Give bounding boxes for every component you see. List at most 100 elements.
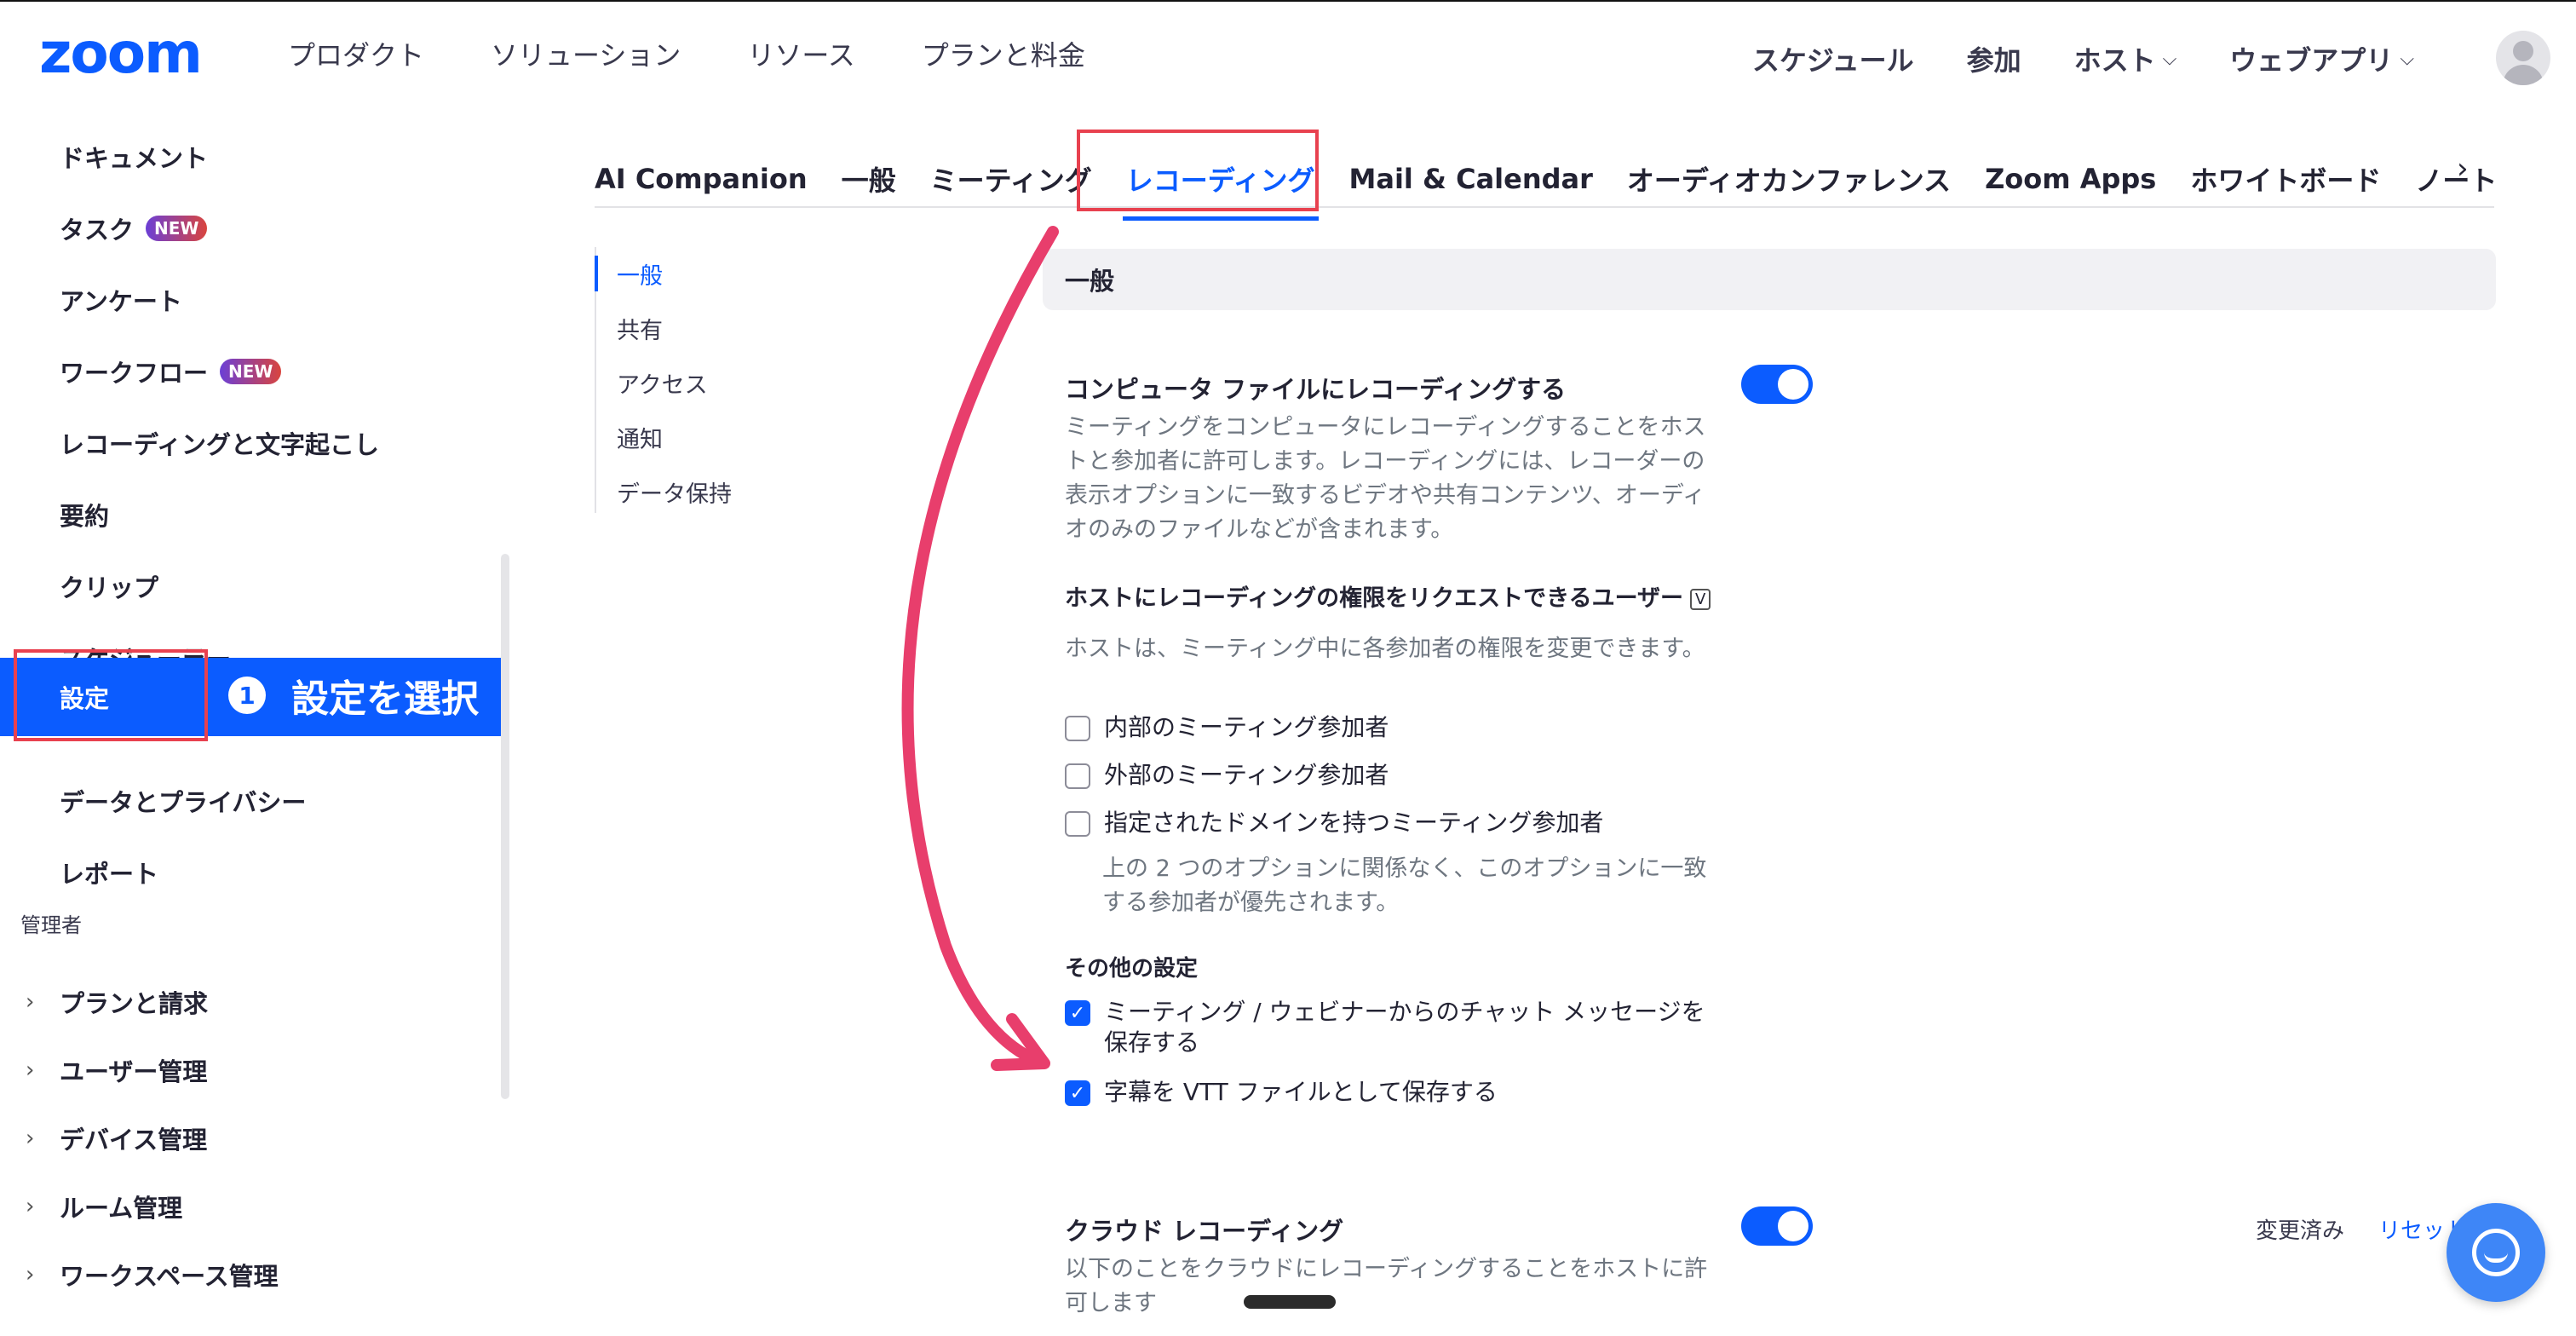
sidebar-item-label: アンケート — [60, 287, 182, 316]
new-badge: NEW — [146, 216, 208, 241]
toggle-knob — [1778, 1211, 1808, 1241]
tab-zoom-apps[interactable]: Zoom Apps — [1985, 163, 2156, 195]
chevron-right-icon: › — [26, 1262, 35, 1287]
tab-meeting[interactable]: ミーティング — [930, 159, 1092, 199]
checkbox-internal-participants[interactable] — [1065, 716, 1090, 741]
tab-ai-companion[interactable]: AI Companion — [595, 163, 808, 195]
nav-pricing[interactable]: プランと料金 — [922, 34, 1085, 73]
checkbox-save-captions-vtt[interactable]: ✓ — [1065, 1080, 1090, 1106]
annotation-text: 設定を選択 — [291, 677, 479, 721]
sidebar-item-workflows[interactable]: ワークフロー NEW — [0, 336, 501, 407]
checkbox-save-chat-messages[interactable]: ✓ — [1065, 1000, 1090, 1026]
sidebar-item-label: ワークフロー — [60, 359, 209, 388]
sidebar-item-label: ユーザー管理 — [60, 1057, 208, 1086]
request-permission-title-text: ホストにレコーディングの権限をリクエストできるユーザー — [1065, 585, 1684, 612]
sidebar-item-reports[interactable]: レポート — [0, 837, 501, 908]
tab-mail-calendar[interactable]: Mail & Calendar — [1349, 163, 1593, 195]
tabs-scroll-right-icon[interactable]: › — [2457, 152, 2469, 186]
checkbox-domain-participants[interactable] — [1065, 811, 1090, 837]
zoom-settings-page: zoom プロダクト ソリューション リソース プランと料金 スケジュール 参加… — [0, 0, 2576, 1336]
sidebar-group-device-management[interactable]: › デバイス管理 — [0, 1103, 501, 1174]
nav-web-app[interactable]: ウェブアプリ ⌵ — [2229, 39, 2414, 78]
chevron-right-icon: › — [26, 989, 35, 1015]
sidebar-item-label: タスク — [60, 216, 135, 245]
sidebar-scrollbar[interactable] — [501, 554, 509, 1099]
sidebar-item-recordings-transcripts[interactable]: レコーディングと文字起こし — [0, 407, 501, 479]
chat-support-button[interactable] — [2447, 1203, 2545, 1302]
local-recording-toggle[interactable] — [1741, 365, 1813, 404]
nav-solutions[interactable]: ソリューション — [491, 34, 681, 73]
sidebar-group-plans-billing[interactable]: › プランと請求 — [0, 966, 501, 1038]
sidebar-item-surveys[interactable]: アンケート — [0, 264, 501, 336]
subnav-active-indicator — [595, 256, 598, 291]
nav-primary: プロダクト ソリューション リソース プランと料金 — [288, 34, 1152, 73]
sidebar-item-summaries[interactable]: 要約 — [0, 479, 501, 550]
request-permission-title: ホストにレコーディングの権限をリクエストできるユーザー V — [1065, 579, 1711, 613]
checkbox-row-external[interactable]: 外部のミーティング参加者 — [1065, 760, 1717, 791]
sidebar-group-user-management[interactable]: › ユーザー管理 — [0, 1034, 501, 1106]
sidebar-section-admin: 管理者 — [20, 913, 82, 937]
zoom-logo[interactable]: zoom — [39, 20, 203, 86]
sidebar-item-label: ルーム管理 — [60, 1194, 183, 1223]
tab-whiteboard[interactable]: ホワイトボード — [2190, 159, 2381, 199]
sidebar-group-workspace-management[interactable]: › ワークスペース管理 — [0, 1239, 501, 1310]
tab-audio-conferencing[interactable]: オーディオカンファレンス — [1627, 159, 1951, 199]
top-navigation: zoom プロダクト ソリューション リソース プランと料金 スケジュール 参加… — [0, 0, 2576, 111]
annotation-highlight-settings — [14, 649, 208, 741]
step-number-badge: 1 — [228, 677, 266, 714]
section-header-general: 一般 — [1043, 249, 2496, 310]
checkbox-label: 外部のミーティング参加者 — [1104, 761, 1389, 789]
checkbox-label: 字幕を VTT ファイルとして保存する — [1104, 1078, 1498, 1106]
nav-join[interactable]: 参加 — [1967, 39, 2021, 78]
subnav-access[interactable]: アクセス — [617, 366, 708, 400]
local-recording-title: コンピュータ ファイルにレコーディングする — [1065, 375, 1567, 404]
cloud-recording-description: 以下のことをクラウドにレコーディングすることをホストに許可します — [1065, 1256, 1708, 1316]
nav-web-app-label: ウェブアプリ — [2229, 44, 2394, 77]
checkbox-row-save-vtt[interactable]: ✓ 字幕を VTT ファイルとして保存する — [1065, 1077, 1717, 1108]
checkbox-row-domain[interactable]: 指定されたドメインを持つミーティング参加者 — [1065, 808, 1717, 838]
sidebar-item-data-privacy[interactable]: データとプライバシー — [0, 765, 501, 837]
nav-host[interactable]: ホスト ⌵ — [2074, 39, 2177, 78]
sidebar-item-label: クリップ — [60, 573, 159, 602]
sidebar-item-documents[interactable]: ドキュメント — [0, 121, 501, 193]
sidebar-item-label: プランと請求 — [60, 989, 209, 1018]
user-avatar[interactable] — [2496, 31, 2550, 85]
cloud-recording-title: クラウド レコーディング — [1065, 1217, 1344, 1246]
horizontal-scroll-handle[interactable] — [1244, 1295, 1336, 1309]
sidebar-item-label: ワークスペース管理 — [60, 1262, 279, 1291]
nav-join-label: 参加 — [1966, 44, 2021, 77]
annotation-highlight-recording-tab — [1077, 130, 1319, 211]
checkbox-row-internal[interactable]: 内部のミーティング参加者 — [1065, 712, 1717, 743]
chevron-down-icon: ⌵ — [2400, 48, 2414, 70]
checkbox-external-participants[interactable] — [1065, 763, 1090, 789]
cloud-recording-toggle[interactable] — [1741, 1206, 1813, 1246]
sidebar-item-label: レコーディングと文字起こし — [60, 430, 379, 459]
domain-option-note: 上の 2 つのオプションに関係なく、このオプションに一致する参加者が優先されます… — [1102, 855, 1707, 916]
nav-secondary: スケジュール 参加 ホスト ⌵ ウェブアプリ ⌵ — [1699, 39, 2414, 78]
checkbox-label: ミーティング / ウェビナーからのチャット メッセージを保存する — [1104, 998, 1705, 1057]
sidebar-item-label: ドキュメント — [60, 144, 209, 173]
sidebar-group-room-management[interactable]: › ルーム管理 — [0, 1171, 501, 1242]
nav-resources[interactable]: リソース — [747, 34, 854, 73]
local-recording-description: ミーティングをコンピュータにレコーディングすることをホストと参加者に許可します。… — [1065, 414, 1706, 543]
sidebar-item-label: レポート — [60, 860, 159, 889]
checkbox-label: 内部のミーティング参加者 — [1104, 713, 1389, 741]
toggle-knob — [1778, 369, 1808, 400]
sidebar-item-tasks[interactable]: タスク NEW — [0, 193, 501, 264]
settings-content: AI Companion 一般 ミーティング レコーディング Mail & Ca… — [511, 111, 2576, 1336]
sidebar-item-clips[interactable]: クリップ — [0, 550, 501, 622]
nav-products[interactable]: プロダクト — [288, 34, 424, 73]
checkbox-row-save-chat[interactable]: ✓ ミーティング / ウェビナーからのチャット メッセージを保存する — [1065, 997, 1717, 1058]
subnav-general[interactable]: 一般 — [617, 257, 663, 291]
tab-general[interactable]: 一般 — [842, 159, 896, 199]
settings-card: AI Companion 一般 ミーティング レコーディング Mail & Ca… — [511, 111, 2576, 1336]
chevron-right-icon: › — [26, 1057, 35, 1083]
nav-schedule[interactable]: スケジュール — [1752, 39, 1914, 78]
subnav-notifications[interactable]: 通知 — [617, 421, 663, 454]
avatar-head-shape — [2513, 41, 2533, 61]
new-badge: NEW — [220, 359, 282, 384]
subnav-data-retention[interactable]: データ保持 — [617, 475, 732, 509]
other-settings-title: その他の設定 — [1065, 956, 1199, 982]
chevron-down-icon: ⌵ — [2162, 48, 2177, 70]
subnav-sharing[interactable]: 共有 — [617, 312, 663, 345]
